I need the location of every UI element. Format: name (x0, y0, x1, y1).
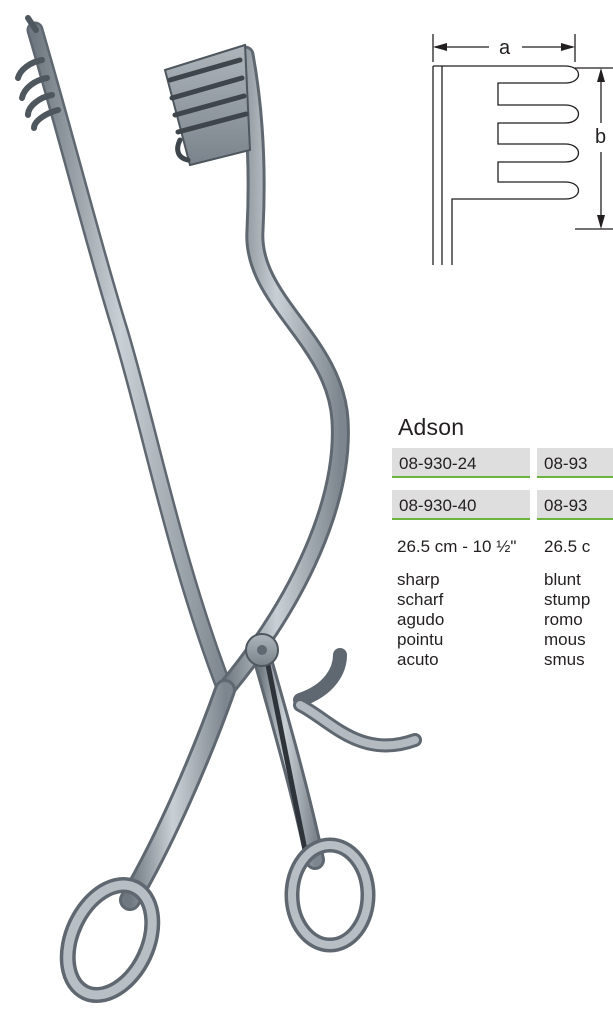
tip-en: blunt (544, 570, 581, 589)
tip-es: romo (544, 610, 583, 629)
article-code-blunt-2: 08-93 (537, 490, 613, 520)
ratchet-bar (262, 649, 308, 851)
tip-fr: pointu (397, 630, 444, 649)
dimension-diagram: a b (432, 34, 613, 265)
tip-it: acuto (397, 650, 439, 669)
tip-de: scharf (397, 590, 444, 609)
article-code-sharp-2: 08-930-40 (392, 490, 530, 520)
article-code-blunt-1: 08-93 (537, 448, 613, 478)
article-code-sharp-1: 08-930-24 (392, 448, 530, 478)
size-blunt: 26.5 c (544, 537, 591, 556)
right-rake (163, 43, 252, 167)
size-sharp: 26.5 cm - 10 ½" (397, 537, 517, 556)
tip-translations-blunt: blunt stump romo mous smus (544, 570, 613, 670)
tip-es: agudo (397, 610, 445, 629)
tip-translations-sharp: sharp scharf agudo pointu acuto (397, 570, 444, 670)
label-a: a (499, 37, 511, 59)
product-title: Adson (398, 414, 465, 440)
tip-de: stump (544, 590, 591, 609)
tip-fr: mous (544, 630, 586, 649)
tip-it: smus (544, 650, 585, 669)
label-b: b (595, 126, 606, 148)
tip-en: sharp (397, 570, 440, 589)
